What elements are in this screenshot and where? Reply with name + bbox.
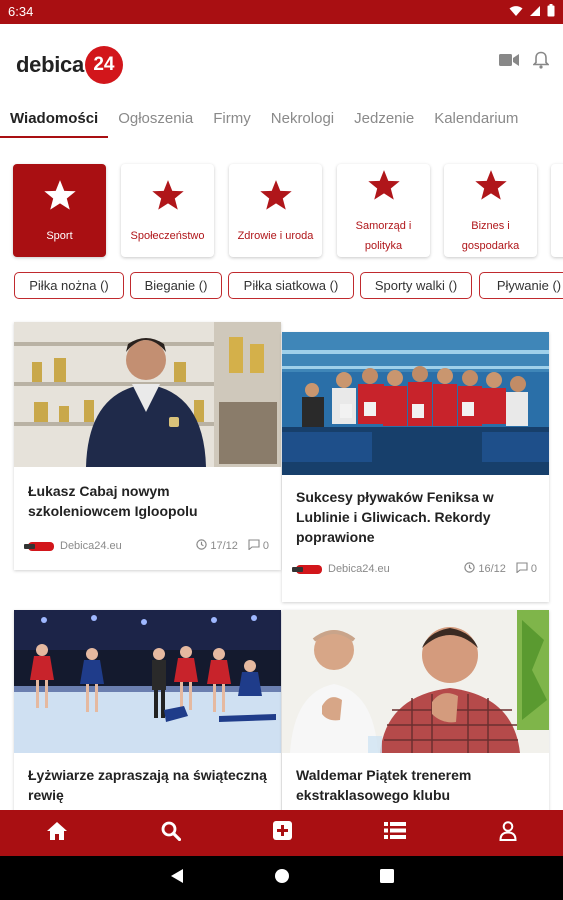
star-icon bbox=[258, 179, 294, 218]
chip-bieganie[interactable]: Bieganie () bbox=[130, 272, 222, 299]
chip-pilka-siatkowa[interactable]: Piłka siatkowa () bbox=[228, 272, 354, 299]
clock-icon bbox=[196, 539, 208, 553]
article-title: Sukcesy pływaków Feniksa w Lublinie i Gl… bbox=[296, 489, 494, 545]
status-time: 6:34 bbox=[8, 4, 34, 19]
bottom-navigation bbox=[0, 810, 563, 856]
article-source: Debica24.eu bbox=[328, 563, 390, 575]
status-bar: 6:34 bbox=[0, 0, 563, 24]
news-feed: Łukasz Cabaj nowym szkoleniowcem Igloopo… bbox=[0, 310, 563, 810]
source-logo-icon bbox=[24, 541, 54, 551]
article-image bbox=[282, 610, 549, 753]
tab-kalendarium[interactable]: Kalendarium bbox=[424, 102, 528, 138]
search-icon[interactable] bbox=[161, 821, 181, 846]
category-samorzad[interactable]: Samorząd i polityka bbox=[337, 164, 430, 257]
article-card[interactable]: Łyżwiarze zapraszają na świąteczną rewię bbox=[14, 610, 281, 810]
logo-text: debica bbox=[16, 52, 84, 77]
category-next-partial[interactable] bbox=[551, 164, 563, 257]
app-logo[interactable]: debica 24 bbox=[16, 46, 123, 84]
back-icon[interactable] bbox=[170, 868, 184, 889]
comment-icon bbox=[516, 562, 528, 576]
article-image bbox=[14, 322, 281, 467]
category-spoleczenstwo[interactable]: Społeczeństwo bbox=[121, 164, 214, 257]
app-bar: debica 24 bbox=[0, 24, 563, 102]
article-card[interactable]: Waldemar Piątek trenerem ekstraklasowego… bbox=[282, 610, 549, 810]
signal-icon bbox=[529, 4, 541, 22]
category-label: Zdrowie i uroda bbox=[237, 230, 314, 242]
category-biznes[interactable]: Biznes i gospodarka bbox=[444, 164, 537, 257]
star-icon bbox=[42, 179, 78, 218]
article-image bbox=[14, 610, 281, 753]
category-zdrowie[interactable]: Zdrowie i uroda bbox=[229, 164, 322, 257]
category-label: Samorząd i polityka bbox=[355, 220, 412, 252]
tab-firmy[interactable]: Firmy bbox=[203, 102, 261, 138]
tab-nekrologi[interactable]: Nekrologi bbox=[261, 102, 344, 138]
category-label: Biznes i gospodarka bbox=[461, 220, 520, 252]
article-date: 16/12 bbox=[478, 563, 506, 575]
article-image bbox=[282, 332, 549, 475]
chip-pilka-nozna[interactable]: Piłka nożna () bbox=[14, 272, 124, 299]
chip-sporty-walki[interactable]: Sporty walki () bbox=[360, 272, 472, 299]
comment-icon bbox=[248, 539, 260, 553]
logo-badge: 24 bbox=[84, 46, 123, 84]
category-carousel: Sport Społeczeństwo Zdrowie i uroda Samo… bbox=[0, 152, 563, 270]
article-card[interactable]: Sukcesy pływaków Feniksa w Lublinie i Gl… bbox=[282, 332, 549, 602]
article-comments: 0 bbox=[530, 563, 537, 575]
chip-plywanie[interactable]: Pływanie () bbox=[479, 272, 563, 299]
category-sport[interactable]: Sport bbox=[13, 164, 106, 257]
subcategory-chips: Piłka nożna () Bieganie () Piłka siatkow… bbox=[0, 270, 563, 302]
video-camera-icon[interactable] bbox=[499, 53, 519, 72]
home-circle-icon[interactable] bbox=[274, 868, 290, 889]
star-icon bbox=[473, 169, 509, 208]
category-label: Sport bbox=[46, 230, 73, 242]
article-meta: Debica24.eu 16/12 0 bbox=[292, 560, 537, 578]
article-source: Debica24.eu bbox=[60, 540, 122, 552]
bell-icon[interactable] bbox=[532, 51, 550, 74]
add-icon[interactable] bbox=[272, 821, 292, 845]
article-title: Łyżwiarze zapraszają na świąteczną rewię bbox=[28, 767, 267, 803]
article-meta: Debica24.eu 17/12 0 bbox=[24, 537, 269, 555]
system-navigation-bar bbox=[0, 856, 563, 900]
article-title: Waldemar Piątek trenerem ekstraklasowego… bbox=[296, 767, 472, 803]
wifi-icon bbox=[509, 4, 523, 22]
tab-jedzenie[interactable]: Jedzenie bbox=[344, 102, 424, 138]
article-comments: 0 bbox=[262, 540, 269, 552]
article-title: Łukasz Cabaj nowym szkoleniowcem Igloopo… bbox=[28, 483, 198, 519]
battery-icon bbox=[547, 4, 555, 22]
article-date: 17/12 bbox=[210, 540, 238, 552]
category-label: Społeczeństwo bbox=[130, 230, 205, 242]
tab-ogloszenia[interactable]: Ogłoszenia bbox=[108, 102, 203, 138]
star-icon bbox=[150, 179, 186, 218]
article-card[interactable]: Łukasz Cabaj nowym szkoleniowcem Igloopo… bbox=[14, 322, 281, 570]
recents-icon[interactable] bbox=[379, 868, 394, 888]
section-tabs: Wiadomości Ogłoszenia Firmy Nekrologi Je… bbox=[0, 102, 563, 140]
list-icon[interactable] bbox=[384, 822, 407, 844]
source-logo-icon bbox=[292, 564, 322, 574]
tab-wiadomosci[interactable]: Wiadomości bbox=[0, 102, 109, 138]
clock-icon bbox=[464, 562, 476, 576]
home-icon[interactable] bbox=[46, 821, 68, 846]
profile-icon[interactable] bbox=[499, 820, 517, 846]
star-icon bbox=[366, 169, 402, 208]
